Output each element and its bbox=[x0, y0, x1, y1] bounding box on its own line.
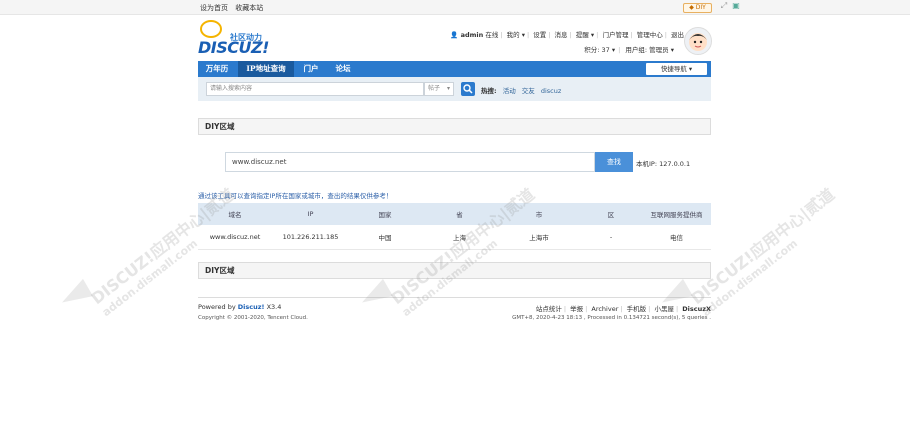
version-text: X3.4 bbox=[266, 303, 282, 311]
column-header-ip: IP bbox=[272, 203, 349, 225]
logout-link[interactable]: 退出 bbox=[671, 31, 684, 39]
user-bar: 👤 admin 在线 | 我的 ▾ | 设置 | 消息 | 提醒 ▾ | 门户管理 | 管理… bbox=[450, 31, 684, 39]
column-header-country: 国家 bbox=[349, 203, 421, 225]
hot-search-label: 热搜: bbox=[481, 87, 497, 95]
result-table: 域名 IP 国家 省 市 区 互联网服务提供商 www.discuz.net 1… bbox=[198, 203, 711, 250]
powered-by-text: Powered by bbox=[198, 303, 236, 311]
footer-link-archiver[interactable]: Archiver bbox=[591, 305, 618, 313]
footer-divider bbox=[198, 297, 711, 298]
usergroup-link[interactable]: 用户组: 管理员 bbox=[625, 46, 668, 54]
footer-link-report[interactable]: 举报 bbox=[570, 305, 583, 313]
footer-link-stats[interactable]: 站点统计 bbox=[536, 305, 562, 313]
query-tip: 通过该工具可以查询指定IP所在国家或城市，查出的结果仅供参考！ bbox=[198, 192, 393, 200]
site-logo[interactable]: 社区动力 DISCUZ! bbox=[198, 20, 278, 60]
top-icons: ⤢ ▣ bbox=[720, 2, 740, 10]
username-link[interactable]: admin bbox=[461, 31, 484, 39]
cell-ip: 101.226.211.185 bbox=[272, 225, 349, 250]
footer-link-mobile[interactable]: 手机版 bbox=[627, 305, 647, 313]
watermark-arrow-icon bbox=[57, 278, 93, 312]
column-header-domain: 域名 bbox=[198, 203, 272, 225]
reminders-link[interactable]: 提醒 bbox=[576, 31, 589, 39]
messages-link[interactable]: 消息 bbox=[555, 31, 568, 39]
nav-item-forum[interactable]: 论坛 bbox=[328, 61, 358, 77]
avatar[interactable] bbox=[684, 27, 712, 55]
fullscreen-icon[interactable]: ⤢ bbox=[720, 2, 728, 10]
search-button[interactable] bbox=[461, 82, 475, 96]
top-links: 设为首页 收藏本站 bbox=[200, 3, 268, 13]
cell-province: 上海 bbox=[421, 225, 498, 250]
table-row: www.discuz.net 101.226.211.185 中国 上海 上海市… bbox=[198, 225, 711, 250]
user-icon: 👤 bbox=[450, 31, 459, 39]
cell-district: - bbox=[580, 225, 642, 250]
diy-button[interactable]: ◆ DIY bbox=[683, 3, 712, 13]
search-input[interactable]: 请输入搜索内容 bbox=[206, 82, 424, 96]
search-bar: 请输入搜索内容 帖子 ▾ 热搜: 活动 交友 discuz bbox=[198, 77, 711, 101]
footer-stats: GMT+8, 2020-4-23 18:13 , Processed in 0.… bbox=[512, 315, 711, 321]
diy-area-bottom: DIY区域 bbox=[198, 262, 711, 279]
quick-nav-label: 快捷导航 bbox=[660, 65, 687, 73]
column-header-province: 省 bbox=[421, 203, 498, 225]
top-bar: 设为首页 收藏本站 ⤢ ▣ ◆ DIY bbox=[0, 0, 910, 15]
nav-item-ip-query[interactable]: IP地址查询 bbox=[238, 61, 294, 77]
nav-item-portal[interactable]: 门户 bbox=[296, 61, 326, 77]
local-ip-text: 本机IP: 127.0.0.1 bbox=[636, 160, 691, 168]
hot-search-item[interactable]: 交友 bbox=[522, 87, 535, 95]
hot-search-item[interactable]: 活动 bbox=[503, 87, 516, 95]
diy-area-top: DIY区域 bbox=[198, 118, 711, 135]
online-status[interactable]: 在线 bbox=[485, 31, 498, 39]
logo-word: DISCUZ! bbox=[198, 38, 269, 57]
admin-center-link[interactable]: 管理中心 bbox=[637, 31, 663, 39]
mine-menu[interactable]: 我的 bbox=[507, 31, 520, 39]
powered-brand-link[interactable]: Discuz! bbox=[238, 303, 265, 311]
search-type-select[interactable]: 帖子 ▾ bbox=[424, 82, 454, 96]
quick-nav-button[interactable]: 快捷导航 ▾ bbox=[646, 63, 707, 75]
image-icon[interactable]: ▣ bbox=[732, 2, 740, 10]
column-header-district: 区 bbox=[580, 203, 642, 225]
watermark-url: addon.dismall.com bbox=[699, 236, 801, 320]
column-header-isp: 互联网服务提供商 bbox=[642, 203, 711, 225]
cell-country: 中国 bbox=[349, 225, 421, 250]
domain-input[interactable]: www.discuz.net bbox=[225, 152, 595, 172]
column-header-city: 市 bbox=[498, 203, 580, 225]
query-button[interactable]: 查找 bbox=[595, 152, 633, 172]
watermark-arrow-icon bbox=[357, 278, 393, 312]
footer-brand-link[interactable]: DiscuzX bbox=[682, 305, 711, 313]
table-header-row: 域名 IP 国家 省 市 区 互联网服务提供商 bbox=[198, 203, 711, 225]
hot-search: 热搜: 活动 交友 discuz bbox=[481, 85, 561, 95]
chevron-down-icon: ▾ bbox=[446, 85, 450, 92]
diy-button-label: DIY bbox=[695, 4, 706, 11]
search-type-label: 帖子 bbox=[428, 85, 441, 92]
footer-powered: Powered by Discuz! X3.4 bbox=[198, 303, 281, 311]
cell-domain: www.discuz.net bbox=[198, 225, 272, 250]
user-bar-secondary: 积分: 37 ▾ | 用户组: 管理员 ▾ bbox=[584, 46, 674, 54]
bookmark-link[interactable]: 收藏本站 bbox=[235, 4, 263, 12]
settings-link[interactable]: 设置 bbox=[533, 31, 546, 39]
logo-bubble-icon bbox=[200, 20, 222, 38]
footer-copyright: Copyright © 2001-2020, Tencent Cloud. bbox=[198, 315, 308, 321]
cell-isp: 电信 bbox=[642, 225, 711, 250]
hot-search-item[interactable]: discuz bbox=[541, 87, 561, 95]
search-icon bbox=[463, 84, 473, 94]
cell-city: 上海市 bbox=[498, 225, 580, 250]
footer-links: 站点统计 | 举报 | Archiver | 手机版 | 小黑屋 | DiscuzX bbox=[535, 305, 711, 313]
portal-manage-link[interactable]: 门户管理 bbox=[602, 31, 628, 39]
nav-item-calendar[interactable]: 万年历 bbox=[198, 61, 236, 77]
points-link[interactable]: 积分: 37 bbox=[584, 46, 610, 54]
main-nav: 万年历 IP地址查询 门户 论坛 快捷导航 ▾ bbox=[198, 61, 711, 77]
set-home-link[interactable]: 设为首页 bbox=[200, 4, 228, 12]
